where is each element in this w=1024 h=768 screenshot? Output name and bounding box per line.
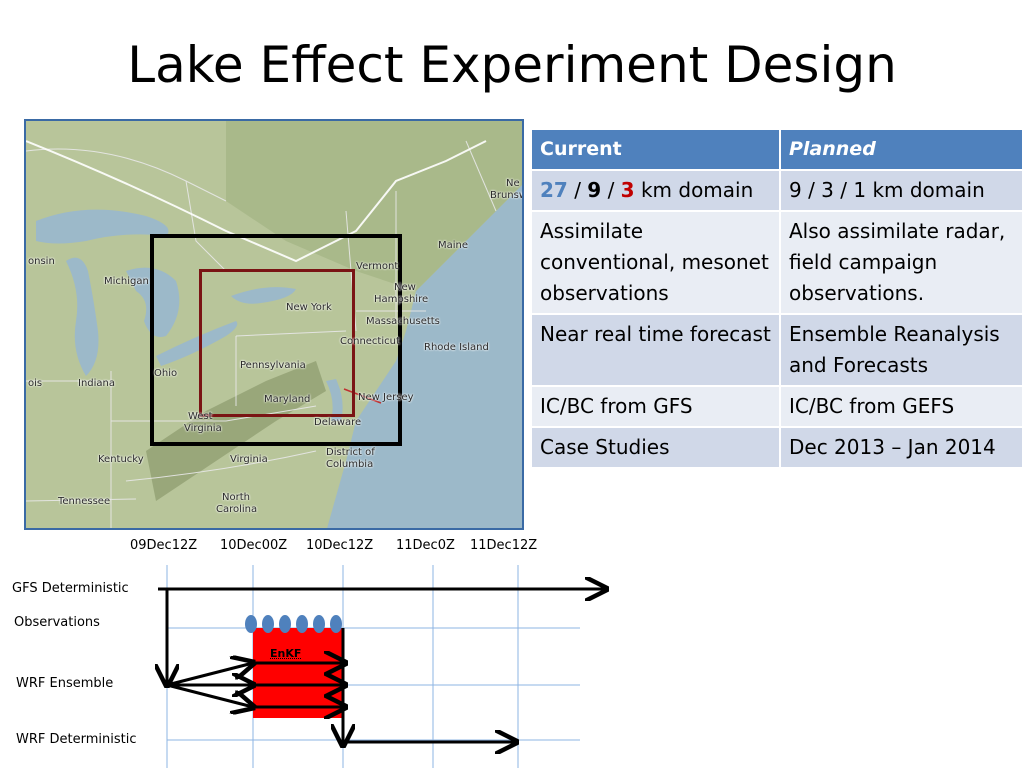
map-label-pennsylvania: Pennsylvania [240, 360, 306, 371]
table-row: Assimilate conventional, mesonet observa… [530, 210, 1024, 315]
map-label-maryland: Maryland [264, 394, 311, 405]
table-row: Case Studies Dec 2013 – Jan 2014 [530, 426, 1024, 469]
table-row: Near real time forecast Ensemble Reanaly… [530, 313, 1024, 387]
map-label-tennessee: Tennessee [58, 496, 111, 507]
map-label-dc-b: Columbia [326, 459, 374, 470]
cell-current-cases: Case Studies [530, 426, 781, 469]
map-label-west-virginia-a: West [188, 411, 213, 422]
domain-27km: 27 [540, 178, 568, 202]
time-label: 11Dec0Z [396, 538, 455, 553]
header-planned: Planned [779, 128, 1024, 171]
row-label-wrf-ensemble: WRF Ensemble [16, 676, 114, 691]
comparison-table: Current Planned 27 / 9 / 3 km domain 9 /… [530, 128, 1024, 469]
timeline-grid [166, 565, 580, 768]
cell-planned-domain: 9 / 3 / 1 km domain [779, 169, 1024, 212]
time-label: 10Dec12Z [306, 538, 374, 553]
map-label-new-york: New York [286, 302, 332, 313]
enkf-label: EnKF [270, 647, 302, 660]
row-label-wrf-deterministic: WRF Deterministic [16, 732, 137, 747]
row-label-observations: Observations [14, 615, 100, 630]
map-label-new-hampshire-a: New [394, 282, 416, 293]
slide-title: Lake Effect Experiment Design [127, 36, 897, 94]
cell-current-domain: 27 / 9 / 3 km domain [530, 169, 781, 212]
map-label-rhode-island: Rhode Island [424, 342, 489, 353]
map-label-north-carolina-a: North [222, 492, 250, 503]
timeline-arrows [158, 589, 606, 745]
map-label-illinois: ois [28, 378, 43, 389]
map-label-michigan: Michigan [104, 276, 149, 287]
domain-separator: / [601, 178, 621, 202]
map-label-indiana: Indiana [78, 378, 116, 389]
map-label-delaware: Delaware [314, 417, 362, 428]
map-label-new-brunswick-a: Ne [506, 178, 520, 189]
map-label-new-brunswick-b: Brunsw [490, 190, 524, 201]
map-label-ohio: Ohio [154, 368, 178, 379]
map-label-massachusetts: Massachusetts [366, 316, 440, 327]
map-label-north-carolina-b: Carolina [216, 504, 258, 515]
map-label-wisconsin: onsin [28, 256, 55, 267]
map-label-vermont: Vermont [356, 261, 399, 272]
cell-planned-assimilation: Also assimilate radar, field campaign ob… [779, 210, 1024, 315]
map-label-connecticut: Connecticut [340, 336, 400, 347]
map-label-new-hampshire-b: Hampshire [374, 294, 429, 305]
cell-planned-icbc: IC/BC from GEFS [779, 385, 1024, 428]
table-row: 27 / 9 / 3 km domain 9 / 3 / 1 km domain [530, 169, 1024, 212]
map-label-kentucky: Kentucky [98, 454, 144, 465]
cell-planned-forecast: Ensemble Reanalysis and Forecasts [779, 313, 1024, 387]
cell-planned-cases: Dec 2013 – Jan 2014 [779, 426, 1024, 469]
table-header-row: Current Planned [530, 128, 1024, 171]
map-label-maine: Maine [438, 240, 469, 251]
map-label-west-virginia-b: Virginia [184, 423, 222, 434]
time-label: 09Dec12Z [130, 538, 198, 553]
time-label: 11Dec12Z [470, 538, 538, 553]
experiment-timeline: 09Dec12Z 10Dec00Z 10Dec12Z 11Dec0Z 11Dec… [0, 535, 620, 768]
enkf-box [253, 628, 343, 718]
domain-map: onsin Michigan Ohio Indiana ois Kentucky… [24, 119, 524, 530]
domain-9km: 9 [587, 178, 602, 202]
domain-3km: 3 [620, 178, 635, 202]
cell-current-icbc: IC/BC from GFS [530, 385, 781, 428]
row-label-gfs: GFS Deterministic [12, 581, 129, 596]
header-current: Current [530, 128, 781, 171]
cell-current-forecast: Near real time forecast [530, 313, 781, 387]
time-label: 10Dec00Z [220, 538, 288, 553]
map-label-dc-a: District of [326, 447, 375, 458]
domain-separator: / [567, 178, 588, 202]
map-label-virginia: Virginia [230, 454, 268, 465]
cell-current-assimilation: Assimilate conventional, mesonet observa… [530, 210, 781, 315]
map-label-new-jersey: New Jersey [358, 392, 414, 403]
table-row: IC/BC from GFS IC/BC from GEFS [530, 385, 1024, 428]
domain-suffix: km domain [634, 178, 754, 202]
